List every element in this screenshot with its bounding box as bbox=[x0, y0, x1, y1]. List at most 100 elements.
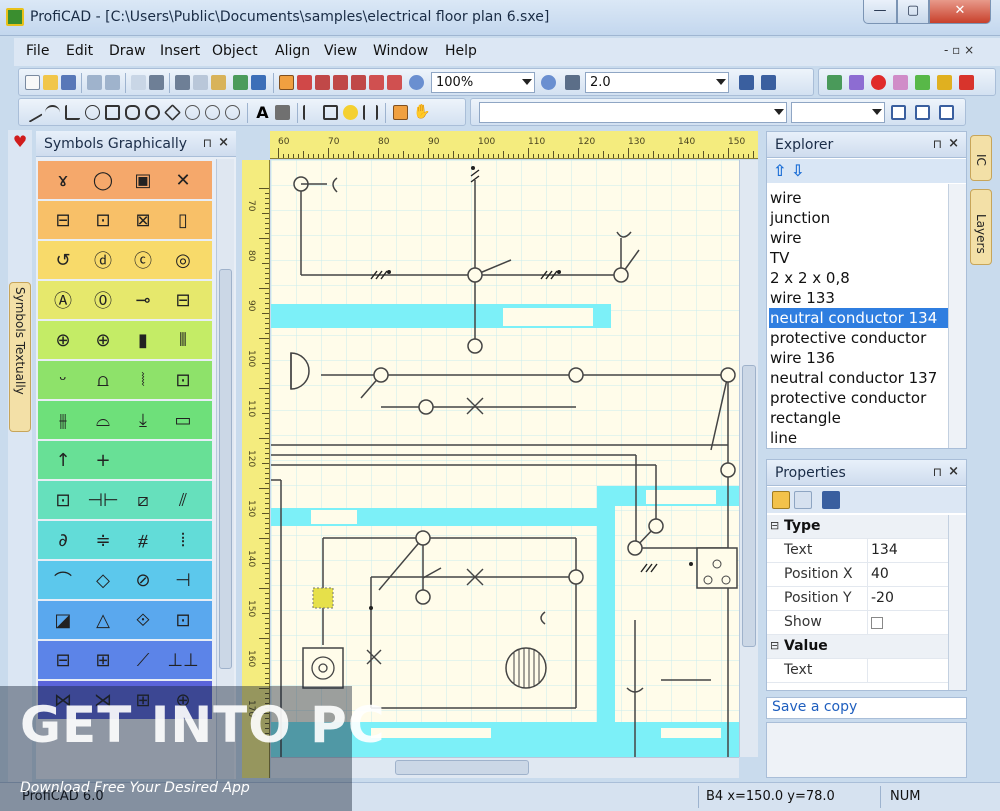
symbol-item[interactable]: ⧣ bbox=[128, 525, 158, 555]
property-value[interactable]: 40 bbox=[871, 566, 889, 582]
save-icon[interactable] bbox=[61, 75, 76, 90]
symbol-item[interactable]: ⦚ bbox=[128, 365, 158, 395]
components-icon[interactable] bbox=[849, 75, 864, 90]
symbol-item[interactable]: ⊥⊥ bbox=[167, 645, 198, 675]
print-icon[interactable] bbox=[149, 75, 164, 90]
wire-tool-icon[interactable] bbox=[65, 105, 80, 120]
symbol-item[interactable]: ◇ bbox=[88, 565, 118, 595]
sort-alpha-icon[interactable] bbox=[794, 491, 812, 509]
explorer-item[interactable]: rectangle bbox=[769, 408, 949, 428]
copy-icon[interactable] bbox=[193, 75, 208, 90]
symbol-item[interactable]: ⊡ bbox=[168, 365, 198, 395]
properties-scrollbar[interactable] bbox=[948, 515, 966, 690]
tab-symbols-textually[interactable]: Symbols Textually bbox=[9, 282, 31, 432]
symbol-item[interactable]: ⓪ bbox=[88, 285, 118, 315]
categorized-icon[interactable] bbox=[772, 491, 790, 509]
junction-tool-icon[interactable] bbox=[303, 105, 318, 120]
symbol-item[interactable]: ⤓ bbox=[128, 405, 158, 435]
symbol-item[interactable]: ⊞ bbox=[88, 645, 118, 675]
arrow-up-icon[interactable]: ⇧ bbox=[773, 162, 789, 180]
paste-icon[interactable] bbox=[211, 75, 226, 90]
bus-tool-icon[interactable] bbox=[363, 105, 378, 120]
symbol-item[interactable]: ⊣ bbox=[168, 565, 198, 595]
menu-edit[interactable]: Edit bbox=[66, 43, 93, 59]
style-combo[interactable] bbox=[791, 102, 885, 123]
minimize-button[interactable]: — bbox=[863, 0, 897, 24]
mdi-controls[interactable]: - ▫ × bbox=[944, 43, 974, 57]
maximize-button[interactable]: ▢ bbox=[897, 0, 929, 24]
show-checkbox[interactable] bbox=[871, 617, 883, 629]
arc-tool-icon[interactable] bbox=[45, 105, 60, 120]
explorer-item[interactable]: wire 133 bbox=[769, 288, 949, 308]
symbol-item[interactable]: △ bbox=[88, 605, 118, 635]
symbol-item[interactable]: ◎ bbox=[168, 245, 198, 275]
symbol-item[interactable]: ↑ bbox=[48, 445, 78, 475]
symbol-item[interactable]: ≑ bbox=[88, 525, 118, 555]
rectangle-tool-icon[interactable] bbox=[105, 105, 120, 120]
symbol-item[interactable]: ⊟ bbox=[168, 285, 198, 315]
insert-picture-icon[interactable] bbox=[233, 75, 248, 90]
symbol-item[interactable]: ◪ bbox=[48, 605, 78, 635]
symbol-item[interactable]: ✕ bbox=[168, 165, 198, 195]
symbol-item[interactable]: ↺ bbox=[48, 245, 78, 275]
canvas-vertical-scrollbar[interactable] bbox=[739, 160, 758, 757]
network-icon[interactable] bbox=[827, 75, 842, 90]
menu-insert[interactable]: Insert bbox=[160, 43, 200, 59]
ellipse-tool-icon[interactable] bbox=[145, 105, 160, 120]
property-row[interactable]: Text 134 bbox=[767, 539, 949, 563]
arrow-tool-icon[interactable] bbox=[387, 75, 402, 90]
symbol-item[interactable]: ⫽ bbox=[168, 485, 198, 515]
underline-icon[interactable] bbox=[939, 105, 954, 120]
symbol-item[interactable]: ⊸ bbox=[128, 285, 158, 315]
curve-tool-icon[interactable] bbox=[85, 105, 100, 120]
property-category[interactable]: ⊟ Type bbox=[767, 515, 949, 539]
menu-view[interactable]: View bbox=[324, 43, 357, 59]
layers-icon[interactable] bbox=[959, 75, 974, 90]
explorer-item[interactable]: wire bbox=[769, 188, 949, 208]
mirror-icon[interactable] bbox=[279, 75, 294, 90]
symbol-item[interactable]: ⊣⊢ bbox=[87, 485, 118, 515]
property-row[interactable]: Text bbox=[767, 659, 949, 683]
symbol-item[interactable]: ▯ bbox=[168, 205, 198, 235]
symbol-item[interactable]: ⊡ bbox=[48, 485, 78, 515]
explorer-item[interactable]: junction bbox=[769, 208, 949, 228]
symbol-item[interactable]: ⦙ bbox=[168, 525, 198, 555]
property-row[interactable]: Position X 40 bbox=[767, 563, 949, 587]
explorer-item[interactable]: wire 136 bbox=[769, 348, 949, 368]
scroll-thumb[interactable] bbox=[742, 365, 756, 647]
symbol-item[interactable]: ▮ bbox=[128, 325, 158, 355]
explorer-item[interactable]: protective conductor bbox=[769, 328, 949, 348]
symbol-item[interactable]: ⓓ bbox=[88, 245, 118, 275]
bulb-icon[interactable] bbox=[343, 105, 358, 120]
highlight-icon[interactable] bbox=[937, 75, 952, 90]
box-tool-icon[interactable] bbox=[323, 105, 338, 120]
symbol-item[interactable]: ⓒ bbox=[128, 245, 158, 275]
menu-help[interactable]: Help bbox=[445, 43, 477, 59]
symbol-item[interactable]: ⫵ bbox=[48, 405, 78, 435]
menu-draw[interactable]: Draw bbox=[109, 43, 146, 59]
tab-ic[interactable]: IC bbox=[970, 135, 992, 181]
open-file-icon[interactable] bbox=[43, 75, 58, 90]
explorer-item[interactable]: line bbox=[769, 428, 949, 448]
symbol-item[interactable]: ⌓ bbox=[88, 405, 118, 435]
close-button[interactable]: ✕ bbox=[929, 0, 991, 24]
ellipse-outline-icon[interactable] bbox=[205, 105, 220, 120]
symbol-item[interactable]: ⊟ bbox=[48, 645, 78, 675]
property-category[interactable]: ⊟ Value bbox=[767, 635, 949, 659]
save-copy-link[interactable]: Save a copy bbox=[766, 697, 967, 719]
circle-tool-icon[interactable] bbox=[185, 105, 200, 120]
property-value[interactable]: -20 bbox=[871, 590, 894, 606]
flip-icon[interactable] bbox=[297, 75, 312, 90]
tab-layers[interactable]: Layers bbox=[970, 189, 992, 265]
symbol-item[interactable]: Ⓐ bbox=[48, 285, 78, 315]
zoom-in-icon[interactable] bbox=[541, 75, 556, 90]
zoom-icon[interactable] bbox=[409, 75, 424, 90]
property-value[interactable]: 134 bbox=[871, 542, 898, 558]
explorer-item[interactable]: neutral conductor 134 bbox=[769, 308, 949, 328]
heart-icon[interactable] bbox=[871, 75, 886, 90]
symbol-item[interactable]: ⊟ bbox=[48, 205, 78, 235]
scroll-thumb[interactable] bbox=[395, 760, 529, 775]
triangle-tool-icon[interactable] bbox=[369, 75, 384, 90]
pin-icon[interactable]: ⊓ bbox=[203, 136, 212, 150]
drawing-canvas[interactable] bbox=[271, 160, 739, 757]
